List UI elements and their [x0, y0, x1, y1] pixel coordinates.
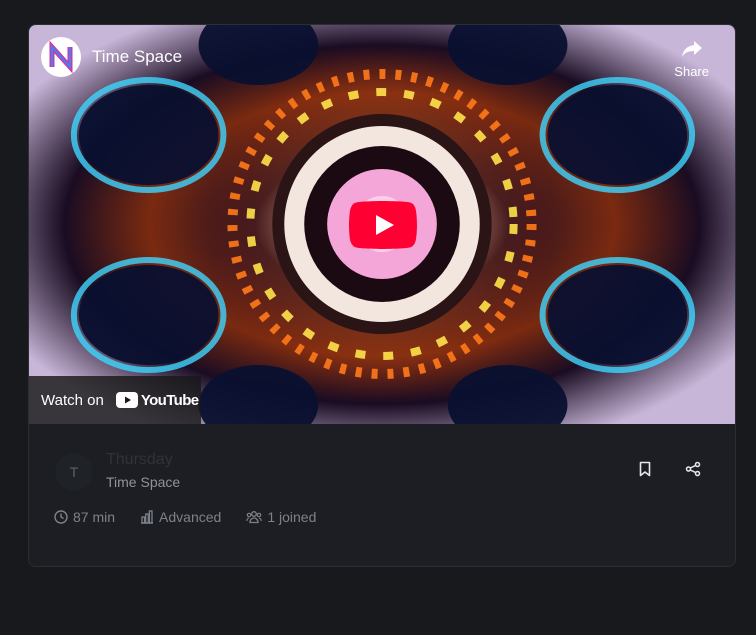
- session-card: Time Space Share Watch on YouTube T Thur…: [28, 24, 736, 567]
- level-stat: Advanced: [140, 509, 221, 525]
- card-actions: [637, 461, 701, 477]
- clock-icon: [54, 510, 68, 524]
- channel-logo-icon: [42, 38, 80, 76]
- session-meta: T Thursday Time Space 87 min Advanced 1 …: [29, 424, 735, 566]
- bookmark-button[interactable]: [637, 461, 653, 477]
- watch-on-label: Watch on: [41, 391, 104, 409]
- video-share-button[interactable]: Share: [674, 39, 709, 79]
- video-title[interactable]: Time Space: [92, 47, 182, 67]
- watch-on-youtube-link[interactable]: Watch on YouTube: [29, 376, 201, 424]
- video-embed[interactable]: Time Space Share Watch on YouTube: [29, 25, 735, 424]
- participants-value: 1 joined: [267, 509, 317, 525]
- video-share-label: Share: [674, 64, 709, 79]
- session-title: Thursday: [106, 451, 173, 468]
- youtube-wordmark: YouTube: [140, 391, 199, 409]
- channel-avatar[interactable]: [41, 37, 81, 77]
- level-value: Advanced: [159, 509, 222, 525]
- youtube-logo-icon: [115, 392, 138, 408]
- bookmark-icon: [639, 461, 651, 477]
- session-subtitle: Time Space: [106, 474, 181, 490]
- duration-value: 87 min: [73, 509, 116, 525]
- participants-stat: 1 joined: [246, 509, 316, 525]
- bar-chart-icon: [141, 510, 154, 524]
- share-arrow-icon: [681, 41, 702, 57]
- video-header: Time Space: [41, 37, 182, 77]
- session-stats: 87 min Advanced 1 joined: [54, 509, 341, 525]
- avatar: T: [55, 453, 93, 491]
- share-button[interactable]: [685, 461, 701, 477]
- youtube-logo: YouTube: [115, 391, 199, 409]
- duration-stat: 87 min: [54, 509, 115, 525]
- users-icon: [246, 511, 263, 524]
- play-button[interactable]: [349, 201, 417, 249]
- share-nodes-icon: [685, 461, 701, 477]
